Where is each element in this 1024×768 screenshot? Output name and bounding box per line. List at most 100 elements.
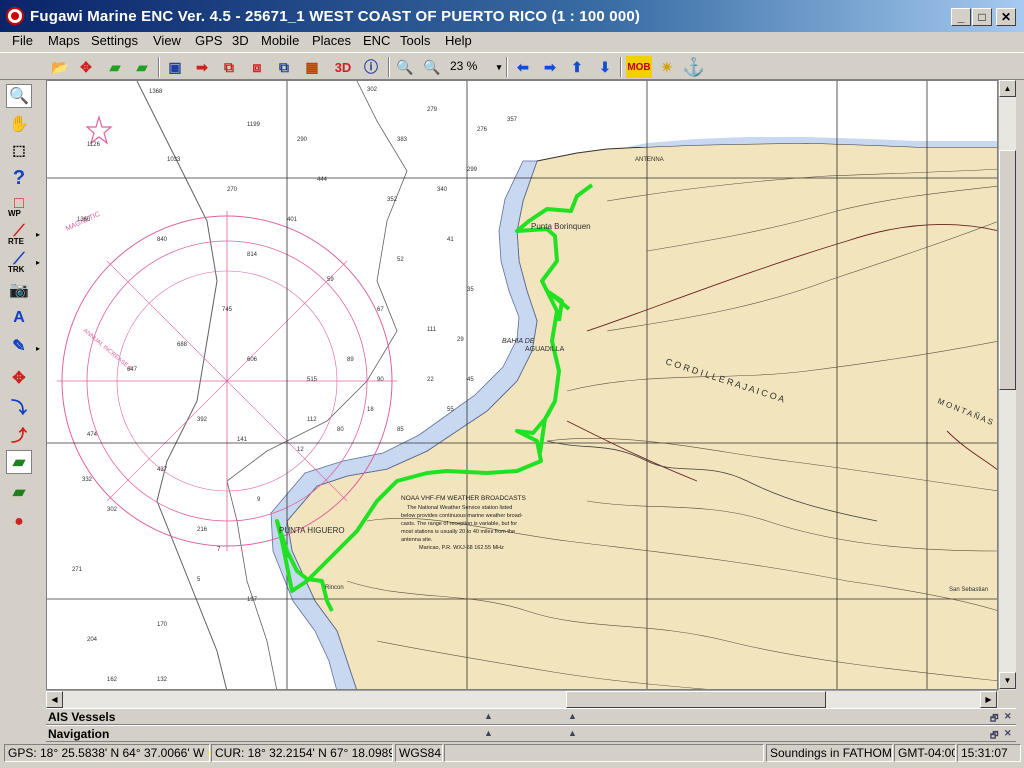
- app-logo-icon[interactable]: [6, 7, 24, 25]
- zoom-value[interactable]: 23 %: [450, 59, 477, 73]
- ais-close-icon[interactable]: ✕: [1004, 711, 1012, 722]
- label-san-sebastian: San Sebastian: [949, 587, 988, 593]
- depth-sounding: 383: [397, 137, 408, 143]
- depth-sounding: 271: [72, 567, 83, 573]
- menu-mobile[interactable]: Mobile: [261, 33, 299, 48]
- waypoint-tool-label: WP: [8, 209, 21, 218]
- horizontal-scrollbar[interactable]: ◀ ▶: [46, 690, 998, 708]
- man-overboard-button[interactable]: MOB: [626, 56, 652, 78]
- pan-arrows-icon[interactable]: ✥: [75, 56, 97, 78]
- pen-tool-icon[interactable]: ✎: [6, 334, 32, 358]
- chart-icon[interactable]: ▦: [301, 56, 323, 78]
- navigation-panel[interactable]: Navigation ▲ ▲ 🗗 ✕: [46, 725, 1016, 742]
- menu-settings[interactable]: Settings: [91, 33, 138, 48]
- camera-icon[interactable]: 📷: [6, 278, 32, 302]
- select-area-icon[interactable]: ⬚: [6, 138, 32, 162]
- arrow-up-icon[interactable]: ⬆: [566, 56, 588, 78]
- info-icon[interactable]: ⓘ: [360, 56, 382, 78]
- nautical-chart[interactable]: NOAA VHF-FM WEATHER BROADCASTS The Natio…: [47, 81, 998, 690]
- close-button[interactable]: ✕: [996, 8, 1016, 26]
- scroll-left-button[interactable]: ◀: [46, 691, 63, 708]
- ais-expand-down-icon[interactable]: ▲: [568, 711, 577, 721]
- zoom-in-icon[interactable]: 🔍: [421, 56, 443, 78]
- screen-icon[interactable]: ▣: [164, 56, 186, 78]
- track-tool-label: TRK: [8, 265, 25, 274]
- depth-sounding: 90: [377, 377, 384, 383]
- scroll-up-button[interactable]: ▲: [999, 80, 1016, 97]
- depth-sounding: 515: [307, 377, 318, 383]
- minimize-button[interactable]: _: [951, 8, 971, 26]
- depth-sounding: 80: [337, 427, 344, 433]
- menu-enc[interactable]: ENC: [363, 33, 390, 48]
- record-icon[interactable]: ●: [6, 510, 32, 534]
- nav-close-icon[interactable]: ✕: [1004, 728, 1012, 739]
- track-tool-icon[interactable]: ⟋ TRK: [6, 248, 32, 274]
- depth-sounding: 216: [197, 527, 208, 533]
- zoom-out-icon[interactable]: 🔍: [394, 56, 416, 78]
- menu-help[interactable]: Help: [445, 33, 472, 48]
- arrow-right-icon[interactable]: ➡: [539, 56, 561, 78]
- ais-expand-up-icon[interactable]: ▲: [484, 711, 493, 721]
- menu-gps[interactable]: GPS: [195, 33, 222, 48]
- window-icon[interactable]: ⧉: [273, 56, 295, 78]
- center-icon[interactable]: ⧉: [218, 56, 240, 78]
- depth-sounding: 270: [227, 187, 238, 193]
- waypoint-tool-icon[interactable]: □ WP: [6, 192, 32, 218]
- nav-expand-down-icon[interactable]: ▲: [568, 728, 577, 738]
- depth-sounding: 814: [247, 252, 258, 258]
- map-layers-down-icon[interactable]: ▰: [131, 56, 153, 78]
- depth-sounding: 112: [307, 417, 317, 423]
- status-empty: [444, 744, 764, 762]
- hand-tool-icon[interactable]: ✋: [6, 112, 32, 136]
- title-bar: Fugawi Marine ENC Ver. 4.5 - 25671_1 WES…: [0, 0, 1024, 32]
- depth-sounding: 302: [107, 507, 118, 513]
- label-annual: ANNUAL INCREASE 6': [82, 328, 134, 373]
- route-dropdown-icon[interactable]: ▸: [36, 230, 40, 239]
- route-tool-icon[interactable]: ⟋ RTE: [6, 220, 32, 246]
- chart-map[interactable]: NOAA VHF-FM WEATHER BROADCASTS The Natio…: [46, 80, 998, 690]
- layer-up-icon[interactable]: ▰: [6, 480, 32, 504]
- route-split-icon[interactable]: ⤵: [6, 394, 32, 418]
- depth-sounding: 89: [347, 357, 354, 363]
- map-layers-icon[interactable]: ▰: [104, 56, 126, 78]
- spark-icon[interactable]: ✴: [656, 56, 678, 78]
- layer-select-icon[interactable]: ▰: [6, 450, 32, 474]
- menu-bar: File Maps Settings View GPS 3D Mobile Pl…: [0, 32, 1024, 52]
- pen-dropdown-icon[interactable]: ▸: [36, 344, 40, 353]
- depth-sounding: 444: [317, 177, 328, 183]
- menu-places[interactable]: Places: [312, 33, 351, 48]
- route-window-icon[interactable]: ⧈: [246, 56, 268, 78]
- nav-expand-up-icon[interactable]: ▲: [484, 728, 493, 738]
- depth-sounding: 162: [107, 677, 118, 683]
- menu-3d[interactable]: 3D: [232, 33, 249, 48]
- arrow-down-icon[interactable]: ⬇: [594, 56, 616, 78]
- depth-sounding: 111: [427, 327, 437, 333]
- maximize-button[interactable]: □: [972, 8, 992, 26]
- menu-maps[interactable]: Maps: [48, 33, 80, 48]
- help-question-icon[interactable]: ?: [6, 166, 32, 190]
- scroll-down-button[interactable]: ▼: [999, 672, 1016, 689]
- depth-sounding: 357: [507, 117, 518, 123]
- horizontal-scroll-thumb[interactable]: [566, 691, 826, 708]
- land-area: [286, 142, 997, 689]
- open-folder-icon[interactable]: 📂: [49, 56, 71, 78]
- ais-vessels-panel[interactable]: AIS Vessels ▲ ▲ 🗗 ✕: [46, 708, 1016, 725]
- gps-position-text: GPS: 18° 25.5838' N 64° 37.0066' W: [8, 746, 205, 760]
- track-dropdown-icon[interactable]: ▸: [36, 258, 40, 267]
- menu-tools[interactable]: Tools: [400, 33, 430, 48]
- depth-sounding: 197: [247, 597, 258, 603]
- anchor-icon[interactable]: ⚓: [683, 56, 705, 78]
- insert-point-icon[interactable]: ✥: [6, 366, 32, 390]
- zoom-tool-icon[interactable]: 🔍: [6, 84, 32, 108]
- menu-view[interactable]: View: [153, 33, 181, 48]
- vertical-scroll-thumb[interactable]: [999, 150, 1016, 390]
- vertical-scrollbar[interactable]: ▲ ▼: [998, 80, 1016, 690]
- text-tool-icon[interactable]: A: [6, 306, 32, 330]
- go-to-icon[interactable]: ➡: [191, 56, 213, 78]
- arrow-left-icon[interactable]: ⬅: [512, 56, 534, 78]
- route-join-icon[interactable]: ⤴: [6, 422, 32, 446]
- scroll-right-button[interactable]: ▶: [980, 691, 997, 708]
- menu-file[interactable]: File: [12, 33, 33, 48]
- depth-sounding: 276: [477, 127, 488, 133]
- three-d-icon[interactable]: 3D: [330, 56, 356, 78]
